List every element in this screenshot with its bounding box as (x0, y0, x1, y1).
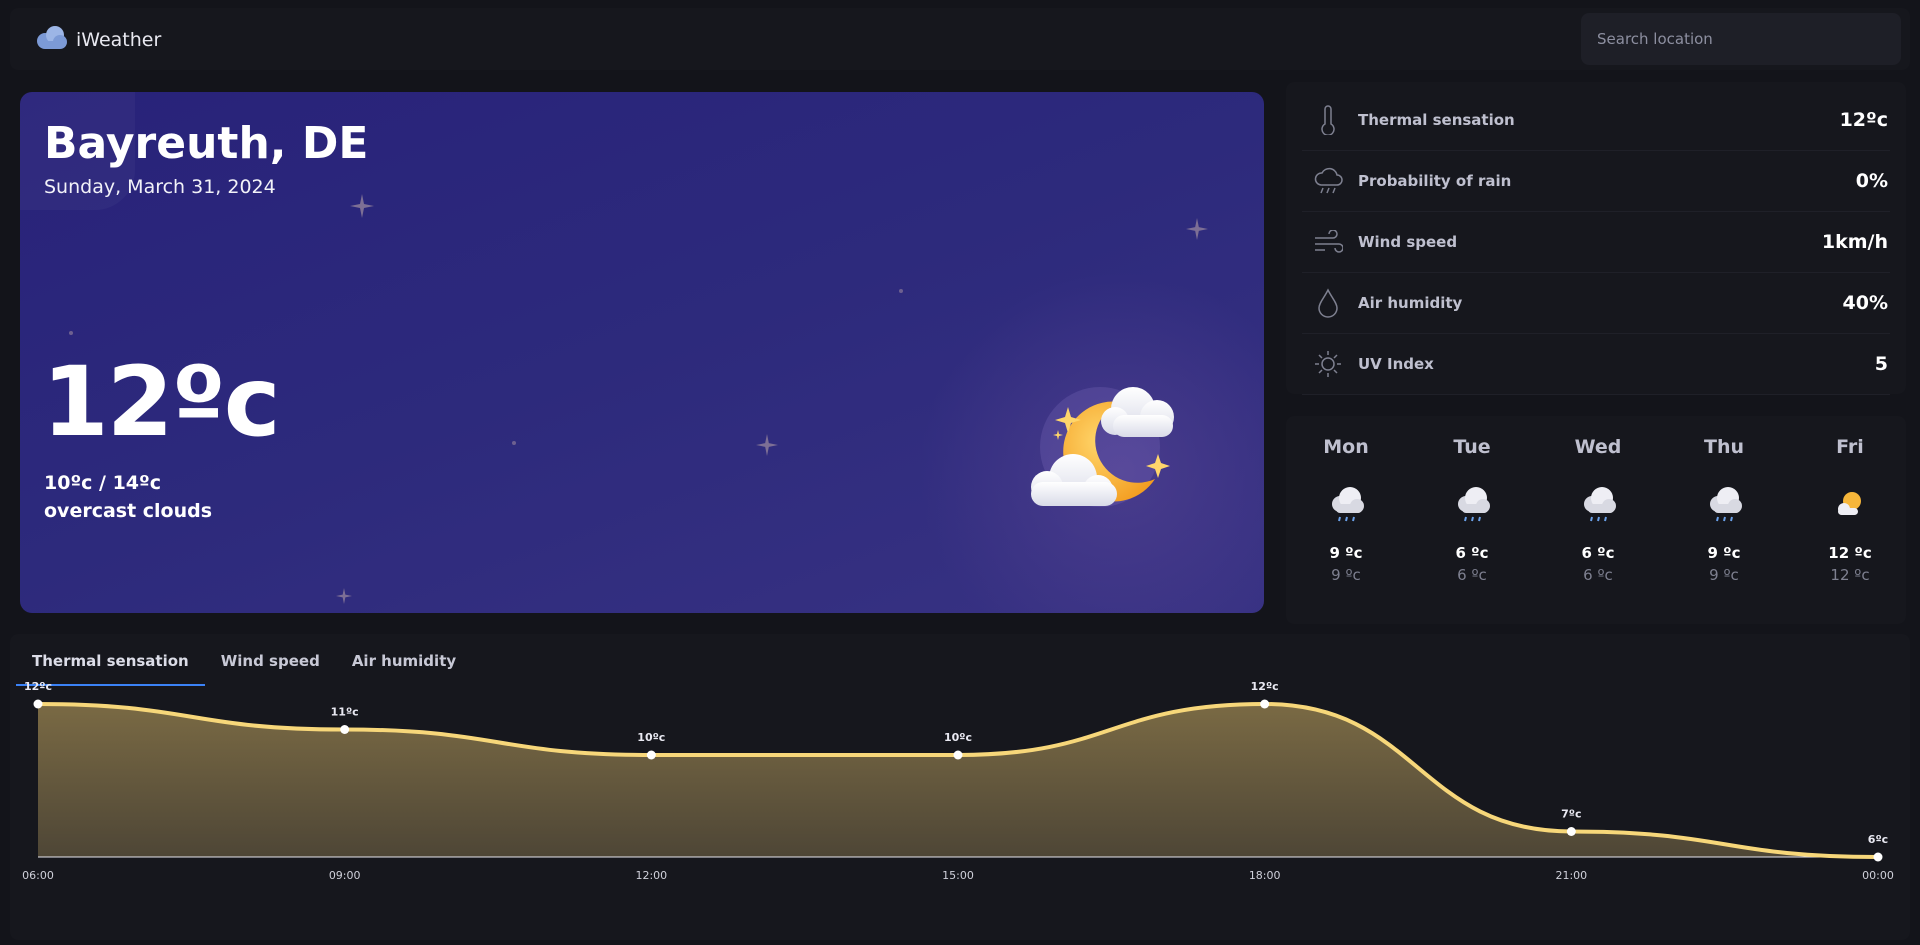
sun-icon (1310, 346, 1346, 382)
current-weather-card: Bayreuth, DE Sunday, March 31, 2024 12ºc… (20, 92, 1264, 613)
tab-thermal-sensation[interactable]: Thermal sensation (16, 644, 205, 686)
x-tick-label: 09:00 (329, 869, 361, 882)
detail-value: 0% (1855, 170, 1888, 192)
chart-point[interactable] (340, 725, 350, 734)
chart-panel: Thermal sensation Wind speed Air humidit… (10, 634, 1910, 940)
forecast-day-name: Tue (1453, 436, 1491, 458)
detail-row-wind-speed: Wind speed 1km/h (1302, 212, 1890, 273)
thermometer-icon (1310, 102, 1346, 138)
chart-point[interactable] (953, 750, 963, 760)
detail-row-uv-index: UV Index 5 (1302, 334, 1890, 395)
chart-area-fill (38, 704, 1878, 857)
x-tick-label: 06:00 (22, 869, 54, 882)
detail-value: 12ºc (1839, 109, 1888, 131)
wind-icon (1310, 224, 1346, 260)
detail-label: Probability of rain (1358, 172, 1512, 190)
chart-point[interactable] (1873, 852, 1883, 862)
tab-air-humidity[interactable]: Air humidity (336, 644, 472, 686)
chart-point[interactable] (33, 699, 43, 709)
forecast-min: 6 ºc (1583, 566, 1613, 584)
forecast-max: 6 ºc (1455, 544, 1489, 562)
min-max-temperature: 10ºc / 14ºc (44, 472, 162, 494)
star-icon (756, 434, 778, 456)
detail-label: UV Index (1358, 355, 1434, 373)
chart-data-label: 10ºc (637, 731, 665, 744)
forecast-min: 9 ºc (1331, 566, 1361, 584)
detail-value: 1km/h (1821, 231, 1888, 253)
forecast-day-name: Thu (1703, 436, 1744, 458)
chart-data-label: 6ºc (1868, 833, 1888, 846)
detail-value: 5 (1874, 353, 1888, 375)
rain-cloud-icon (1548, 476, 1648, 532)
thermal-sensation-chart: 12ºc 11ºc 10ºc 10ºc 12ºc 7ºc 6ºc 06:00 09:00 12:… (22, 682, 1894, 882)
forecast-day-name: Wed (1574, 436, 1622, 458)
chart-point[interactable] (1566, 827, 1576, 836)
star-icon (1186, 218, 1208, 240)
forecast-day: Tue 6 ºc 6 ºc (1422, 436, 1522, 584)
forecast-max: 9 ºc (1707, 544, 1741, 562)
x-tick-label: 12:00 (635, 869, 667, 882)
forecast-min: 6 ºc (1457, 566, 1487, 584)
sun-cloud-icon (1800, 476, 1900, 532)
tab-wind-speed[interactable]: Wind speed (205, 644, 336, 686)
rain-cloud-icon (1422, 476, 1522, 532)
x-tick-label: 18:00 (1249, 869, 1281, 882)
detail-row-rain-probability: Probability of rain 0% (1302, 151, 1890, 212)
forecast-day: Wed 6 ºc 6 ºc (1548, 436, 1648, 584)
current-date: Sunday, March 31, 2024 (44, 176, 276, 198)
forecast-day: Mon 9 ºc 9 ºc (1296, 436, 1396, 584)
cloud-rain-icon (1310, 163, 1346, 199)
star-dot (512, 441, 516, 445)
search-input[interactable] (1581, 13, 1901, 65)
forecast-max: 12 ºc (1828, 544, 1872, 562)
forecast-day-name: Fri (1836, 436, 1864, 458)
detail-row-air-humidity: Air humidity 40% (1302, 273, 1890, 334)
detail-label: Wind speed (1358, 233, 1458, 251)
x-tick-label: 00:00 (1862, 869, 1894, 882)
drop-icon (1310, 285, 1346, 321)
rain-cloud-icon (1674, 476, 1774, 532)
detail-value: 40% (1842, 292, 1888, 314)
weather-description: overcast clouds (44, 500, 213, 522)
city-name: Bayreuth, DE (44, 118, 369, 169)
chart-point[interactable] (1260, 699, 1270, 709)
cloud-icon (36, 25, 68, 55)
chart-data-label: 7ºc (1561, 808, 1581, 821)
star-dot (899, 289, 903, 293)
weather-details-panel: Thermal sensation 12ºc Probability of ra… (1286, 82, 1906, 395)
x-tick-label: 15:00 (942, 869, 974, 882)
detail-label: Air humidity (1358, 294, 1463, 312)
forecast-day-name: Mon (1323, 436, 1369, 458)
forecast-min: 9 ºc (1709, 566, 1739, 584)
detail-label: Thermal sensation (1358, 111, 1515, 129)
chart-data-label: 10ºc (944, 731, 972, 744)
forecast-max: 9 ºc (1329, 544, 1363, 562)
chart-data-label: 12ºc (24, 682, 52, 693)
app-title: iWeather (76, 29, 162, 51)
chart-data-label: 11ºc (331, 706, 359, 719)
current-temperature: 12ºc (42, 346, 281, 458)
forecast-day: Thu 9 ºc 9 ºc (1674, 436, 1774, 584)
detail-row-thermal-sensation: Thermal sensation 12ºc (1302, 90, 1890, 151)
forecast-min: 12 ºc (1830, 566, 1870, 584)
logo[interactable]: iWeather (36, 25, 161, 55)
star-icon (350, 194, 374, 218)
rain-cloud-icon (1296, 476, 1396, 532)
chart-point[interactable] (646, 750, 656, 760)
chart-tabs: Thermal sensation Wind speed Air humidit… (16, 644, 472, 686)
chart-data-label: 12ºc (1251, 682, 1279, 693)
forecast-max: 6 ºc (1581, 544, 1615, 562)
moon-clouds-icon (1031, 387, 1174, 507)
forecast-panel: Mon 9 ºc 9 ºc Tue 6 ºc 6 ºc Wed 6 ºc 6 º… (1286, 416, 1906, 624)
star-dot (69, 331, 73, 335)
forecast-day: Fri 12 ºc 12 ºc (1800, 436, 1900, 584)
header: iWeather (10, 8, 1910, 70)
star-icon (336, 588, 352, 604)
x-tick-label: 21:00 (1555, 869, 1587, 882)
